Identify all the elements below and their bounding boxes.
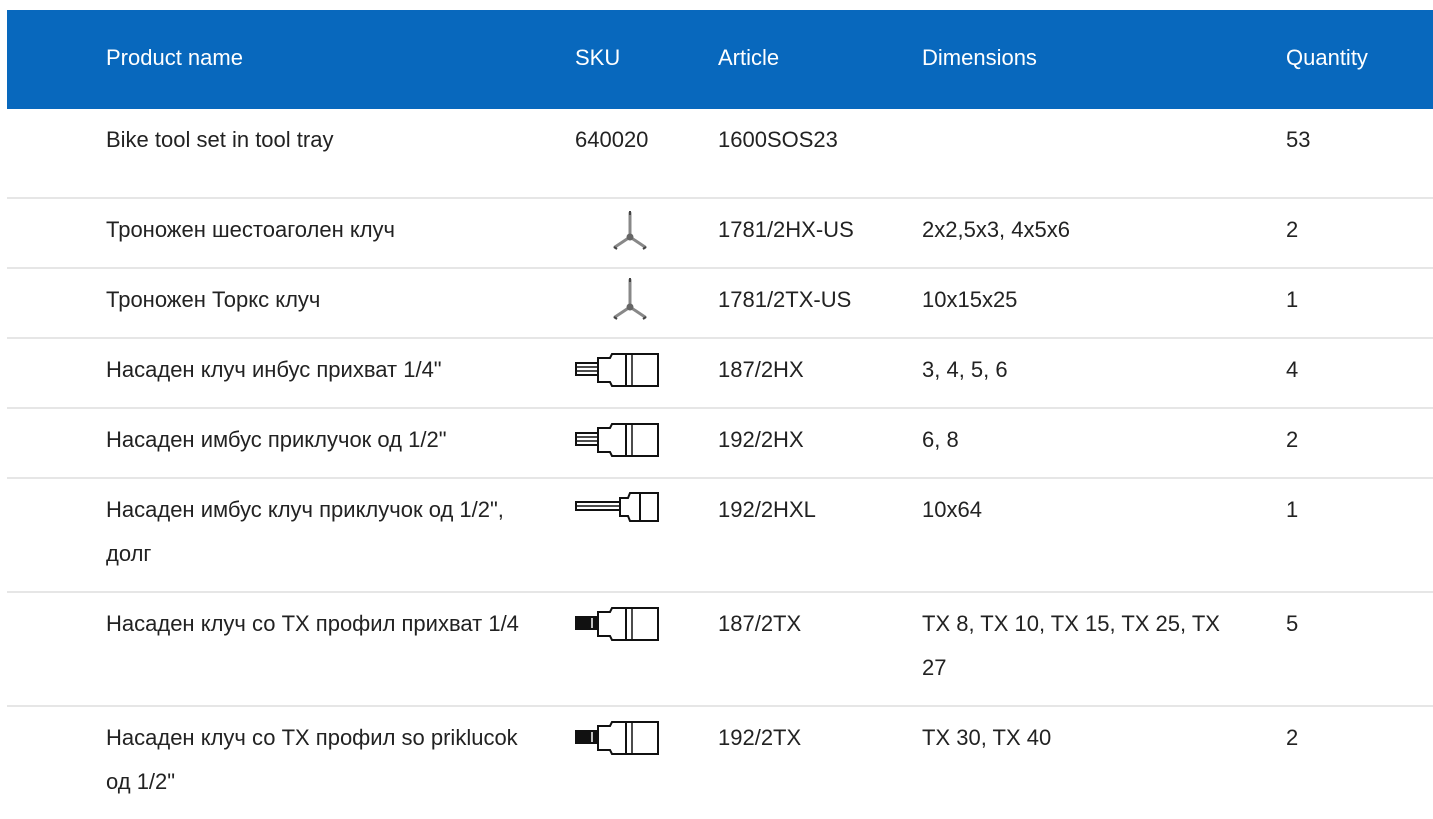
dimensions-cell: TX 8, TX 10, TX 15, TX 25, TX 27 [922, 611, 1220, 680]
torx-socket-bit-icon [574, 604, 662, 644]
dimensions-cell: TX 30, TX 40 [922, 725, 1052, 750]
header-article: Article [718, 45, 780, 70]
quantity-cell: 2 [1286, 427, 1299, 452]
header-dimensions: Dimensions [922, 45, 1037, 70]
article-cell: 1600SOS23 [718, 127, 838, 152]
dimensions-cell: 2x2,5x3, 4x5x6 [922, 217, 1070, 242]
quantity-cell: 53 [1286, 127, 1311, 152]
article-cell: 1781/2HX-US [718, 217, 854, 242]
product-name-cell: Насаден клуч со TX профил so priklucok о… [106, 725, 518, 794]
table-row: Насаден клуч инбус прихват 1/4" 187/2HX … [7, 339, 1433, 409]
article-cell: 192/2HX [718, 427, 804, 452]
table-header: Product name SKU Article Dimensions Quan… [7, 10, 1433, 109]
table-row: Насаден имбус клуч приклучок од 1/2", до… [7, 479, 1433, 593]
article-cell: 187/2TX [718, 611, 802, 636]
product-name-cell: Насаден клуч со TX профил прихват 1/4 [106, 611, 519, 636]
table-row: Насаден клуч со TX профил so priklucok о… [7, 707, 1433, 819]
dimensions-cell: 3, 4, 5, 6 [922, 357, 1008, 382]
product-name-cell: Насаден имбус приклучок од 1/2" [106, 427, 447, 452]
article-cell: 192/2TX [718, 725, 802, 750]
quantity-cell: 2 [1286, 217, 1299, 242]
product-table: Product name SKU Article Dimensions Quan… [7, 10, 1433, 819]
y-hex-wrench-icon [610, 209, 650, 253]
table-row: Насаден имбус приклучок од 1/2" 192/2HX … [7, 409, 1433, 479]
table-row: Насаден клуч со TX профил прихват 1/4 18… [7, 593, 1433, 707]
header-sku: SKU [575, 45, 621, 70]
article-cell: 187/2HX [718, 357, 804, 382]
header-quantity: Quantity [1286, 45, 1368, 70]
sku-cell: 640020 [575, 127, 649, 152]
quantity-cell: 2 [1286, 725, 1299, 750]
product-name-cell: Bike tool set in tool tray [106, 127, 334, 152]
quantity-cell: 1 [1286, 287, 1299, 312]
product-name-cell: Троножен шестоаголен клуч [106, 217, 396, 242]
quantity-cell: 1 [1286, 497, 1299, 522]
torx-socket-bit-icon [574, 718, 662, 758]
product-name-cell: Насаден имбус клуч приклучок од 1/2", до… [106, 497, 504, 566]
quantity-cell: 5 [1286, 611, 1299, 636]
quantity-cell: 4 [1286, 357, 1299, 382]
dimensions-cell: 10x15x25 [922, 287, 1018, 312]
hex-socket-bit-icon [574, 420, 662, 460]
table-row: Bike tool set in tool tray 640020 1600SO… [7, 109, 1433, 199]
hex-socket-bit-icon [574, 350, 662, 390]
long-hex-socket-bit-icon [574, 489, 662, 525]
dimensions-cell: 10x64 [922, 497, 982, 522]
table-row: Троножен Торкс клуч 1781/2TX-US 10x15x25… [7, 269, 1433, 339]
y-torx-wrench-icon [610, 277, 650, 323]
header-product-name: Product name [106, 45, 243, 70]
product-name-cell: Троножен Торкс клуч [106, 287, 321, 312]
dimensions-cell: 6, 8 [922, 427, 959, 452]
article-cell: 1781/2TX-US [718, 287, 852, 312]
table-row: Троножен шестоаголен клуч 1781/2HX-US 2x… [7, 199, 1433, 269]
product-name-cell: Насаден клуч инбус прихват 1/4" [106, 357, 442, 382]
article-cell: 192/2HXL [718, 497, 816, 522]
